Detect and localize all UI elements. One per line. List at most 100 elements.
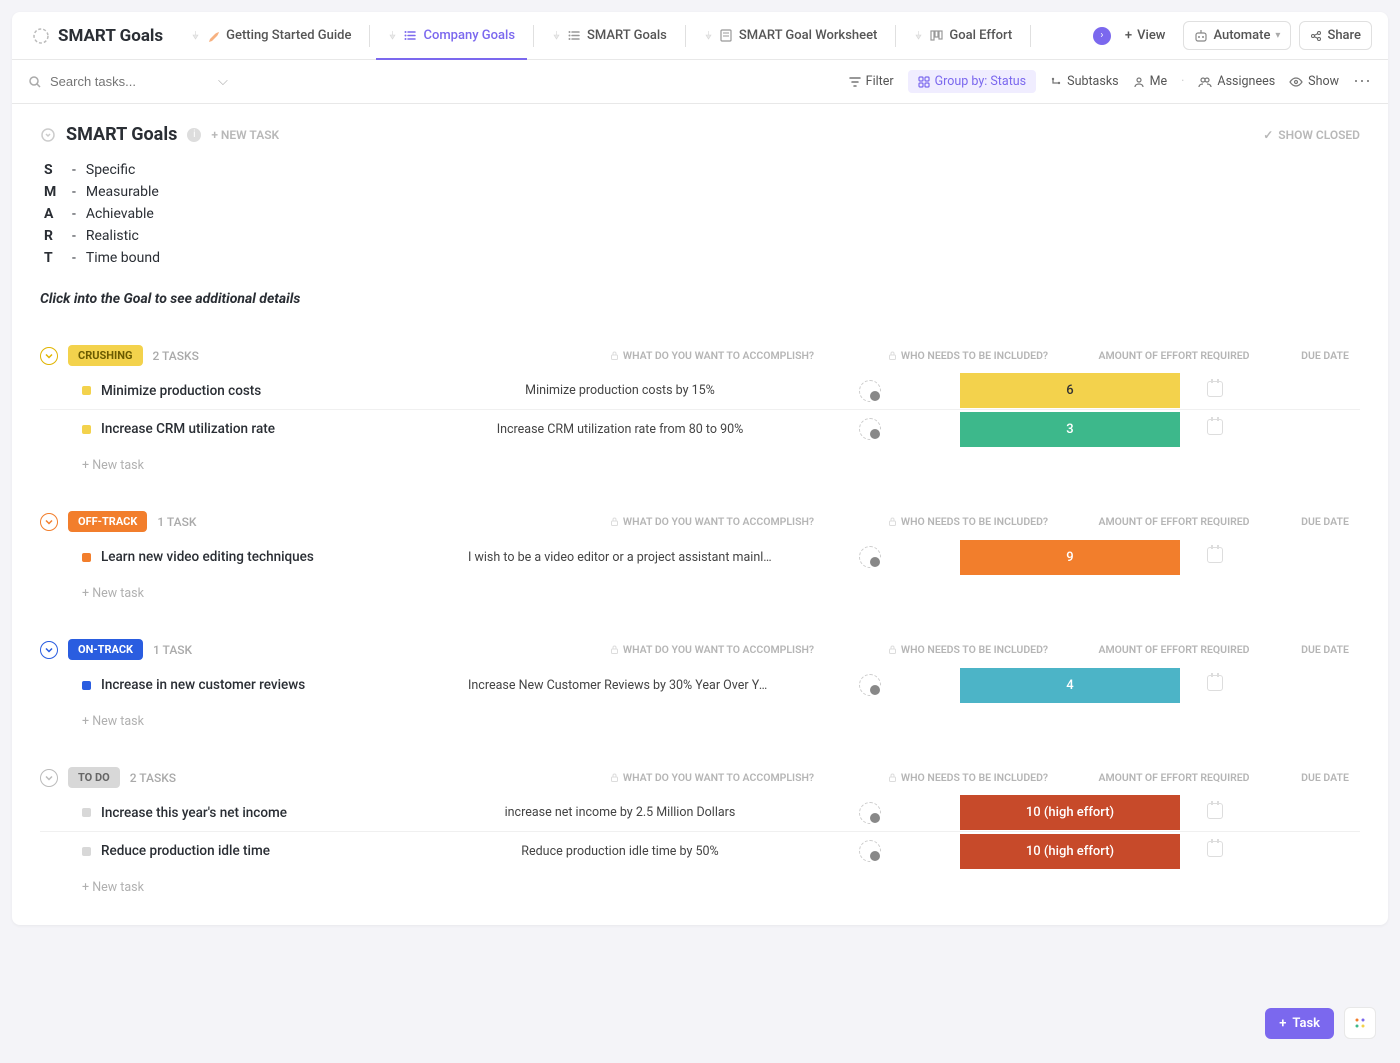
fab-task-label: Task (1292, 1016, 1320, 1031)
due-cell[interactable] (1180, 841, 1250, 861)
share-button[interactable]: Share (1299, 21, 1372, 50)
due-cell[interactable] (1180, 419, 1250, 439)
add-view-button[interactable]: + View (1115, 22, 1176, 49)
tab-company-goals[interactable]: Company Goals (376, 20, 527, 51)
collapse-icon[interactable] (40, 769, 58, 787)
due-cell[interactable] (1180, 547, 1250, 567)
col-due: DUE DATE (1290, 643, 1360, 656)
task-name: Increase in new customer reviews (101, 677, 305, 693)
subtasks-button[interactable]: Subtasks (1050, 74, 1118, 89)
add-task-button[interactable]: + New task (40, 576, 1360, 601)
task-row[interactable]: Increase this year's net income increase… (40, 794, 1360, 832)
task-row[interactable]: Increase in new customer reviews Increas… (40, 666, 1360, 704)
tab-label: Getting Started Guide (226, 28, 351, 43)
status-dot-icon (82, 808, 91, 817)
assignee-cell[interactable] (780, 840, 960, 862)
effort-cell[interactable]: 3 (960, 412, 1180, 447)
tab-separator (685, 25, 686, 47)
add-task-button[interactable]: + New task (40, 704, 1360, 729)
task-name-cell: Minimize production costs (40, 383, 460, 399)
effort-cell[interactable]: 10 (high effort) (960, 834, 1180, 869)
due-cell[interactable] (1180, 803, 1250, 823)
smart-dash: - (72, 184, 76, 200)
assignee-cell[interactable] (780, 674, 960, 696)
task-count: 2 TASKS (153, 349, 199, 363)
status-badge[interactable]: OFF-TRACK (68, 511, 147, 532)
status-badge[interactable]: TO DO (68, 767, 120, 788)
assignee-cell[interactable] (780, 802, 960, 824)
tab-getting-started-guide[interactable]: Getting Started Guide (179, 20, 363, 51)
tab-smart-goals[interactable]: SMART Goals (540, 20, 679, 51)
info-icon[interactable]: i (187, 128, 201, 142)
assignee-placeholder-icon (859, 802, 881, 824)
chevron-down-icon: ▾ (1275, 30, 1280, 41)
task-name: Learn new video editing techniques (101, 549, 314, 565)
show-button[interactable]: Show (1289, 74, 1339, 89)
effort-cell[interactable]: 10 (high effort) (960, 795, 1180, 830)
more-menu-icon[interactable]: ⋯ (1353, 71, 1372, 92)
search-input[interactable] (50, 74, 210, 89)
task-row[interactable]: Reduce production idle time Reduce produ… (40, 832, 1360, 870)
task-name-cell: Increase in new customer reviews (40, 677, 460, 693)
add-task-button[interactable]: + New task (40, 870, 1360, 895)
filter-label: Filter (866, 74, 894, 89)
effort-cell[interactable]: 4 (960, 668, 1180, 703)
search-dropdown-icon[interactable]: ⌵ (218, 74, 228, 89)
plus-icon: + (1125, 28, 1132, 43)
smart-letter: M (44, 184, 62, 200)
group-header: CRUSHING 2 TASKS WHAT DO YOU WANT TO ACC… (40, 345, 1360, 366)
group-header: OFF-TRACK 1 TASK WHAT DO YOU WANT TO ACC… (40, 511, 1360, 532)
show-closed-button[interactable]: ✓ SHOW CLOSED (1263, 128, 1360, 142)
task-row[interactable]: Minimize production costs Minimize produ… (40, 372, 1360, 410)
me-button[interactable]: Me (1133, 74, 1168, 89)
tab-label: Goal Effort (949, 28, 1012, 43)
tab-smart-goal-worksheet[interactable]: SMART Goal Worksheet (692, 20, 890, 51)
new-task-button[interactable]: + NEW TASK (211, 128, 279, 142)
col-include: WHO NEEDS TO BE INCLUDED? (878, 349, 1058, 362)
effort-cell[interactable]: 9 (960, 540, 1180, 575)
group-by-button[interactable]: Group by: Status (908, 70, 1037, 93)
assignee-cell[interactable] (780, 546, 960, 568)
board-icon (929, 29, 943, 43)
due-cell[interactable] (1180, 381, 1250, 401)
tab-goal-effort[interactable]: Goal Effort (902, 20, 1024, 51)
col-accomplish: WHAT DO YOU WANT TO ACCOMPLISH? (552, 515, 872, 528)
due-cell[interactable] (1180, 675, 1250, 695)
assignees-label: Assignees (1217, 74, 1275, 89)
task-row[interactable]: Increase CRM utilization rate Increase C… (40, 410, 1360, 448)
assignees-button[interactable]: Assignees (1198, 74, 1275, 89)
assignee-cell[interactable] (780, 418, 960, 440)
status-dot-icon (82, 847, 91, 856)
col-due: DUE DATE (1290, 771, 1360, 784)
smart-word: Realistic (86, 228, 139, 244)
tab-separator (533, 25, 534, 47)
search: ⌵ (28, 74, 839, 89)
status-badge[interactable]: CRUSHING (68, 345, 143, 366)
assignee-cell[interactable] (780, 380, 960, 402)
floating-actions: + Task (1265, 1007, 1376, 1039)
filter-button[interactable]: Filter (849, 74, 894, 89)
more-views-icon[interactable]: › (1093, 27, 1111, 45)
apps-fab[interactable] (1344, 1007, 1376, 1039)
collapse-icon[interactable] (40, 513, 58, 531)
assignee-placeholder-icon (859, 546, 881, 568)
group-crushing: CRUSHING 2 TASKS WHAT DO YOU WANT TO ACC… (40, 345, 1360, 473)
collapse-all-icon[interactable] (40, 127, 56, 143)
task-list: Learn new video editing techniques I wis… (40, 538, 1360, 576)
collapse-icon[interactable] (40, 347, 58, 365)
task-row[interactable]: Learn new video editing techniques I wis… (40, 538, 1360, 576)
collapse-icon[interactable] (40, 641, 58, 659)
group-off-track: OFF-TRACK 1 TASK WHAT DO YOU WANT TO ACC… (40, 511, 1360, 601)
add-task-button[interactable]: + New task (40, 448, 1360, 473)
list-title: SMART Goals (66, 124, 177, 145)
new-task-fab[interactable]: + Task (1265, 1008, 1334, 1039)
effort-cell[interactable]: 6 (960, 373, 1180, 408)
automate-button[interactable]: Automate ▾ (1183, 21, 1291, 50)
me-label: Me (1150, 74, 1168, 89)
calendar-icon (1207, 803, 1223, 819)
app-logo-icon (28, 23, 54, 49)
person-icon (1133, 76, 1145, 88)
status-badge[interactable]: ON-TRACK (68, 639, 143, 660)
calendar-icon (1207, 841, 1223, 857)
group-to-do: TO DO 2 TASKS WHAT DO YOU WANT TO ACCOMP… (40, 767, 1360, 895)
